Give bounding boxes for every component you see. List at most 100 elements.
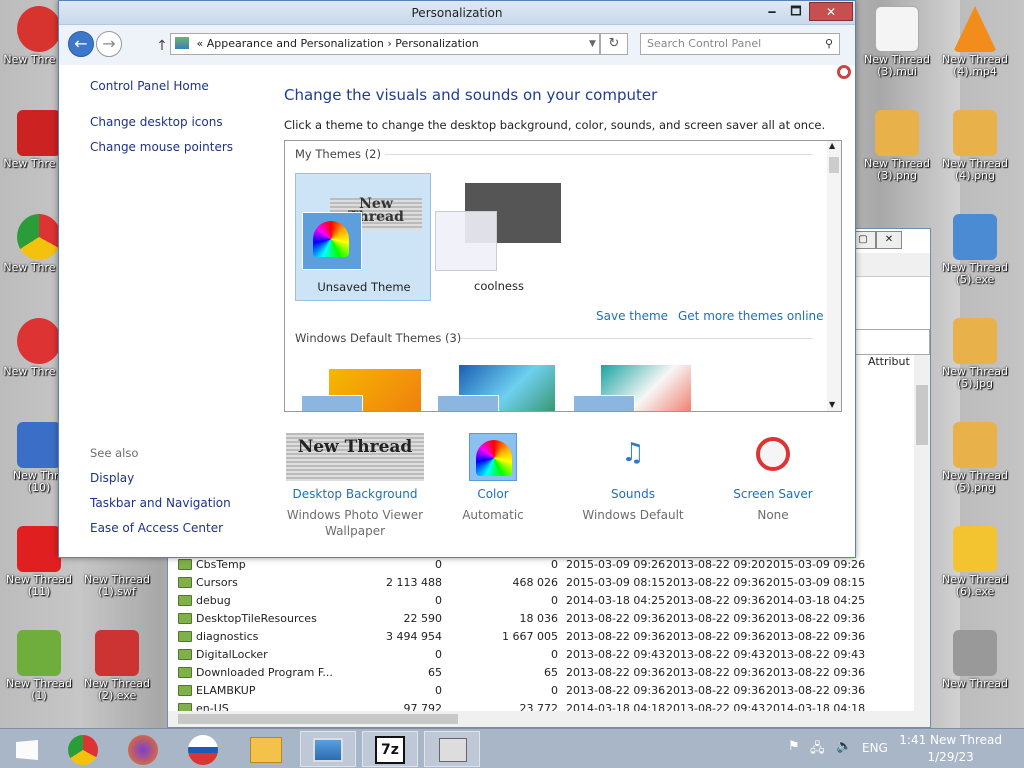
maximize-button[interactable]: 🗖 [785, 2, 807, 21]
table-row[interactable]: ELAMBKUP 0 0 2013-08-22 09:36 2013-08-22 09:… [170, 681, 910, 699]
image-icon [953, 630, 997, 676]
page-description: Click a theme to change the desktop back… [284, 118, 826, 132]
back-button[interactable]: ← [68, 31, 94, 57]
control-panel-home-link[interactable]: Control Panel Home [90, 79, 209, 93]
close-button[interactable]: ✕ [809, 2, 853, 21]
table-row[interactable]: en-US 97 792 23 772 2014-03-18 04:18 2013-08… [170, 699, 910, 711]
screen-saver-setting[interactable]: Screen Saver None [703, 433, 843, 523]
theme-tile-default-3[interactable] [571, 365, 691, 411]
archive-taskbar-button[interactable] [424, 731, 480, 767]
explorer-horizontal-scrollbar[interactable] [168, 711, 930, 727]
cell-modified: 2014-03-18 04:25 [566, 593, 666, 607]
get-more-themes-link[interactable]: Get more themes online [678, 309, 824, 323]
table-row[interactable]: DesktopTileResources 22 590 18 036 2013-08-… [170, 609, 910, 627]
desktop-icon[interactable]: New Thread (3).mui [858, 0, 936, 100]
theme-tile-default-1[interactable] [299, 365, 421, 411]
cell-modified: 2013-08-22 09:36 [566, 611, 666, 625]
flag-icon[interactable]: ⚑ [788, 739, 800, 754]
desktop-icon[interactable]: New Thread (2).exe [78, 624, 156, 724]
cell-modified: 2013-08-22 09:36 [566, 629, 666, 643]
file-explorer-taskbar-button[interactable] [238, 731, 294, 767]
scroll-down-arrow[interactable]: ▼ [829, 400, 835, 409]
language-indicator[interactable]: ENG [862, 741, 888, 755]
app-icon [17, 110, 61, 156]
theme-tile-unsaved[interactable]: New Thread Unsaved Theme [295, 173, 431, 301]
forward-button[interactable]: → [96, 31, 122, 57]
search-icon: ⚲ [824, 37, 833, 50]
minimize-button[interactable]: 🗕 [761, 2, 783, 21]
desktop-icon[interactable]: New Thread (1) [0, 624, 78, 724]
folder-icon [178, 576, 192, 588]
volume-icon[interactable]: 🔈 [836, 739, 852, 754]
desktop-icon[interactable]: New Thread (3).png [858, 104, 936, 204]
scroll-thumb[interactable] [178, 714, 458, 724]
cell-accessed: 2014-03-18 04:25 [766, 593, 866, 607]
start-button[interactable] [2, 731, 58, 767]
desktop-background-value: Windows Photo Viewer Wallpaper [286, 508, 424, 538]
breadcrumb-appearance[interactable]: Appearance and Personalization [207, 37, 384, 50]
group-divider [385, 154, 813, 155]
explorer-close-button[interactable]: ✕ [876, 231, 902, 249]
table-row[interactable]: DigitalLocker 0 0 2013-08-22 09:43 2013-08-2… [170, 645, 910, 663]
explorer-vertical-scrollbar[interactable] [914, 355, 930, 715]
breadcrumb-personalization[interactable]: Personalization [395, 37, 478, 50]
chevron-down-icon[interactable]: ▼ [589, 33, 596, 55]
desktop-icon[interactable]: New Thread (6).exe [936, 520, 1014, 620]
network-icon[interactable]: 🖧 [810, 739, 825, 761]
photo-viewer-taskbar-button[interactable] [300, 731, 356, 767]
color-swatch-icon [476, 440, 512, 476]
chrome-taskbar-button[interactable] [56, 731, 112, 767]
cell-accessed: 2013-08-22 09:36 [766, 683, 866, 697]
cell-accessed: 2015-03-09 09:26 [766, 557, 866, 571]
color-link[interactable]: Color [423, 487, 563, 501]
obama-taskbar-button[interactable] [176, 731, 232, 767]
theme-tile-default-2[interactable] [435, 365, 555, 411]
help-icon[interactable] [837, 65, 851, 79]
explorer-title-buttons: ▢ ✕ [850, 229, 930, 251]
desktop-icon[interactable]: New Thread (5).jpg [936, 312, 1014, 412]
sounds-link[interactable]: Sounds [563, 487, 703, 501]
title-bar[interactable]: Personalization 🗕 🗖 ✕ [59, 1, 855, 25]
change-mouse-pointers-link[interactable]: Change mouse pointers [90, 140, 233, 154]
desktop-icon[interactable]: New Thread (4).mp4 [936, 0, 1014, 100]
cell-accessed: 2013-08-22 09:43 [766, 647, 866, 661]
refresh-button[interactable]: ↻ [600, 33, 628, 55]
theme-color-preview [573, 395, 635, 411]
clock[interactable]: 1:41 New Thread 1/29/23 [899, 732, 1002, 766]
change-desktop-icons-link[interactable]: Change desktop icons [90, 115, 223, 129]
table-row[interactable]: Cursors 2 113 488 468 026 2015-03-09 08:15 2… [170, 573, 910, 591]
table-row[interactable]: diagnostics 3 494 954 1 667 005 2013-08-22 … [170, 627, 910, 645]
firefox-taskbar-button[interactable] [116, 731, 172, 767]
table-row[interactable]: debug 0 0 2014-03-18 04:25 2013-08-22 09:36 2… [170, 591, 910, 609]
desktop-icon[interactable]: New Thread (4).png [936, 104, 1014, 204]
color-setting[interactable]: Color Automatic [423, 433, 563, 523]
column-header-attributes[interactable]: Attribut [868, 355, 910, 368]
7zip-taskbar-button[interactable]: 7z [362, 731, 418, 767]
archive-icon [439, 738, 467, 762]
scroll-thumb[interactable] [829, 157, 839, 173]
taskbar-navigation-link[interactable]: Taskbar and Navigation [90, 496, 231, 510]
save-theme-link[interactable]: Save theme [596, 309, 668, 323]
ease-of-access-link[interactable]: Ease of Access Center [90, 521, 223, 535]
cell-packed: 65 [544, 665, 558, 679]
display-link[interactable]: Display [90, 471, 134, 485]
table-row[interactable]: Downloaded Program F... 65 65 2013-08-22 09… [170, 663, 910, 681]
address-bar[interactable]: « Appearance and Personalization › Perso… [170, 33, 600, 55]
desktop-icon[interactable]: New Thread [936, 624, 1014, 724]
scroll-up-arrow[interactable]: ▲ [829, 141, 835, 150]
address-prefix: « [196, 37, 204, 50]
scroll-thumb[interactable] [916, 385, 928, 445]
desktop-background-setting[interactable]: New Thread Desktop Background Windows Ph… [285, 433, 425, 539]
desktop-background-link[interactable]: Desktop Background [285, 487, 425, 501]
theme-list-scrollbar[interactable]: ▲ ▼ [827, 141, 841, 411]
app-icon [953, 526, 997, 572]
screen-saver-link[interactable]: Screen Saver [703, 487, 843, 501]
default-themes-label: Windows Default Themes (3) [295, 331, 462, 345]
sounds-setting[interactable]: ♫ Sounds Windows Default [563, 433, 703, 523]
desktop-icon[interactable]: New Thread (5).exe [936, 208, 1014, 308]
theme-tile-coolness[interactable]: coolness [435, 183, 565, 301]
cell-size: 0 [435, 593, 442, 607]
search-input[interactable]: Search Control Panel ⚲ [640, 33, 840, 55]
desktop-icon[interactable]: New Thread (5).png [936, 416, 1014, 516]
cell-name: Cursors [196, 575, 238, 589]
